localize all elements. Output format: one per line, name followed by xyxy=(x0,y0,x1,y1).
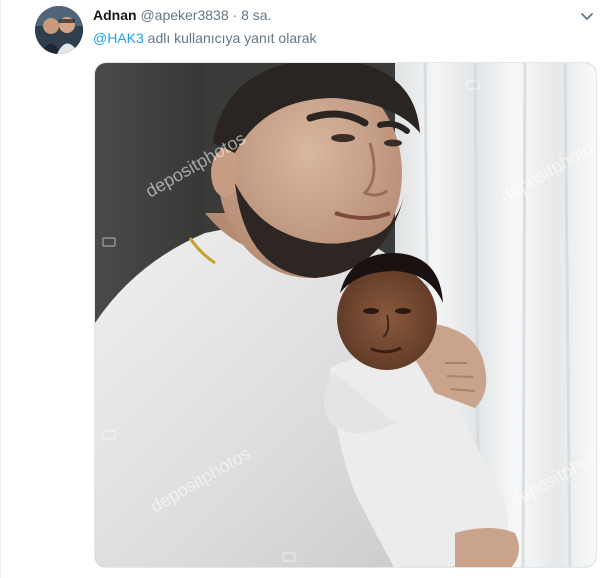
tweet-media-photo[interactable]: depositphotos depositphotos depositphoto… xyxy=(94,62,597,568)
reply-context: @HAK3 adlı kullanıcıya yanıt olarak xyxy=(93,29,317,47)
photo-illustration: depositphotos depositphotos depositphoto… xyxy=(95,63,596,567)
avatar[interactable] xyxy=(35,6,83,54)
display-name[interactable]: Adnan xyxy=(93,7,137,23)
user-handle[interactable]: @apeker3838 xyxy=(140,7,228,23)
tweet-header: Adnan @apeker3838 · 8 sa. xyxy=(93,6,271,24)
timestamp[interactable]: 8 sa. xyxy=(241,7,271,23)
separator-dot: · xyxy=(232,7,238,23)
reply-mention-link[interactable]: @HAK3 xyxy=(93,30,144,46)
chevron-down-icon[interactable] xyxy=(579,8,595,24)
avatar-image xyxy=(35,6,83,54)
reply-context-text: adlı kullanıcıya yanıt olarak xyxy=(143,30,317,46)
tweet: Adnan @apeker3838 · 8 sa. @HAK3 adlı kul… xyxy=(0,0,613,578)
